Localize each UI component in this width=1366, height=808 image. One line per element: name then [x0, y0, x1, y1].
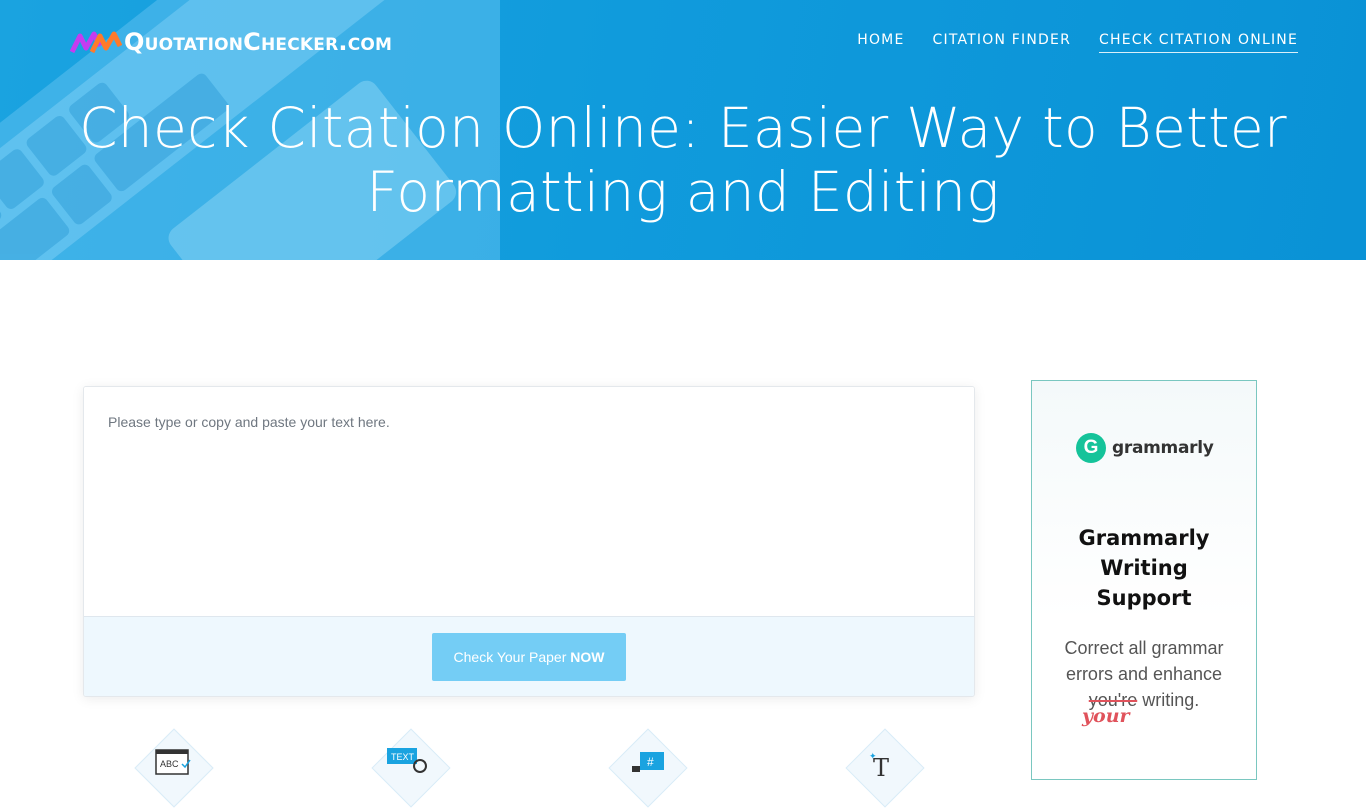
text-checker-panel: Check Your Paper NOW [83, 386, 975, 697]
text-input[interactable] [84, 387, 974, 616]
grammarly-g-icon: G [1076, 433, 1106, 463]
logo-text: QuotationChecker.com [124, 28, 393, 56]
ad-headline-word: Writing [1100, 556, 1188, 580]
abc-spellcheck-icon: ABC [155, 749, 191, 775]
grammarly-logo: G grammarly [1076, 433, 1214, 463]
page-title: Check Citation Online: Easier Way to Bet… [79, 96, 1287, 224]
ad-body-line-3: you're writing. [1032, 687, 1256, 713]
text-search-icon: TEXT [387, 748, 427, 773]
feature-spellcheck: ABC [134, 728, 214, 808]
grammarly-ad[interactable]: G grammarly Grammarly Writing Support Co… [1031, 380, 1257, 780]
check-paper-button[interactable]: Check Your Paper NOW [432, 633, 626, 681]
hashtag-icon: # [632, 752, 664, 772]
feature-hashtag: # [608, 728, 688, 808]
main-menu: HOME CITATION FINDER CHECK CITATION ONLI… [857, 32, 1298, 53]
check-button-emphasis: NOW [570, 649, 605, 665]
editor-footer: Check Your Paper NOW [84, 616, 974, 696]
nav-citation-finder[interactable]: CITATION FINDER [933, 32, 1072, 53]
ad-body-end: writing. [1137, 690, 1200, 710]
top-navigation: QuotationChecker.com HOME CITATION FINDE… [0, 0, 1366, 82]
ad-headline: Grammarly Writing Support [1032, 523, 1256, 613]
typography-icon: ✦ T [869, 751, 889, 782]
check-button-label: Check Your Paper [453, 649, 571, 665]
ad-body-line-2: errors and enhance [1065, 664, 1223, 684]
grammarly-wordmark: grammarly [1112, 438, 1214, 458]
text-label: TEXT [391, 752, 415, 762]
t-label: T [873, 754, 889, 782]
hash-label: # [647, 755, 654, 769]
ad-headline-line-3: Support [1096, 586, 1192, 610]
nav-home[interactable]: HOME [857, 32, 904, 53]
feature-typography: ✦ T [845, 728, 925, 808]
ad-headline-line-1: Grammarly [1078, 526, 1210, 550]
ad-body-line-1: Correct all grammar [1064, 638, 1224, 658]
nav-check-citation-online[interactable]: CHECK CITATION ONLINE [1099, 32, 1298, 53]
ad-correction-word: your [1082, 705, 1130, 727]
site-logo[interactable]: QuotationChecker.com [70, 28, 392, 56]
logo-mark-icon [70, 31, 122, 54]
feature-text-search: TEXT [371, 728, 451, 808]
ad-headline-line-2: Writing [1032, 553, 1256, 583]
ad-body-text: Correct all grammar errors and enhance y… [1032, 635, 1256, 713]
hero-banner: QuotationChecker.com HOME CITATION FINDE… [0, 0, 1366, 260]
